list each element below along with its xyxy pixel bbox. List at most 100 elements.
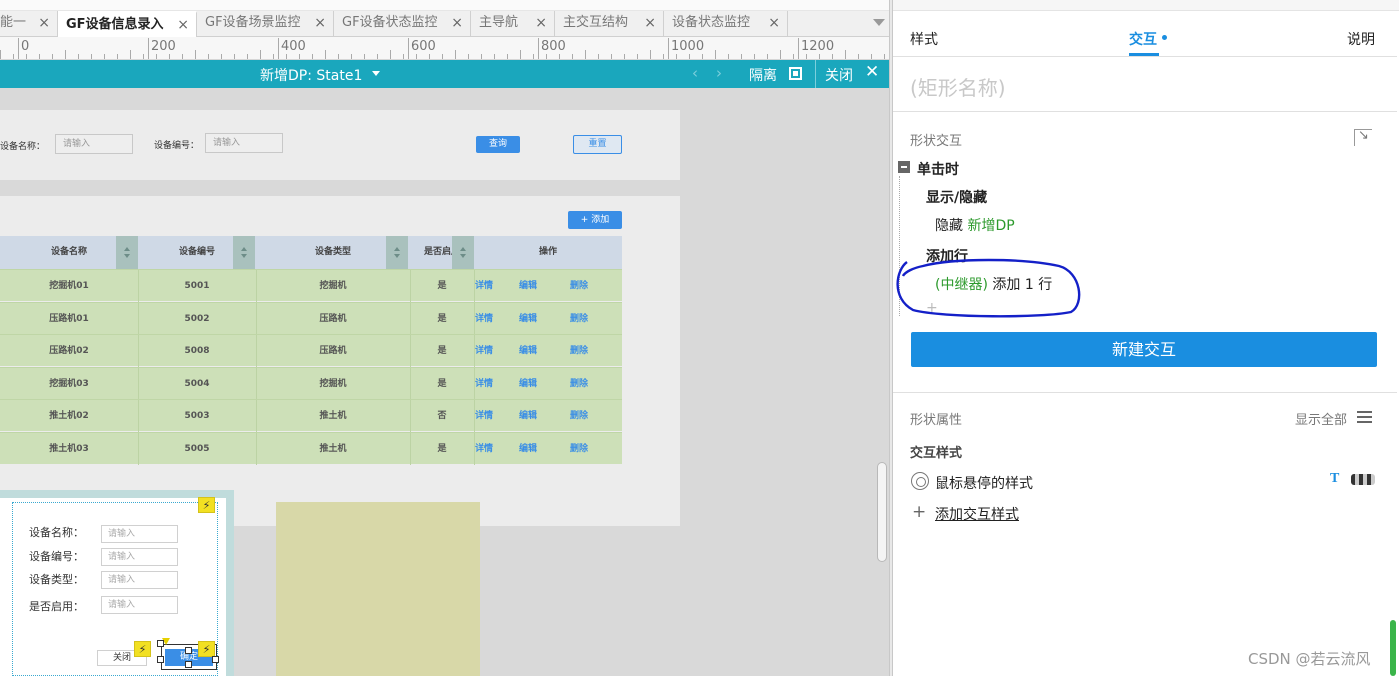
chevron-down-icon[interactable] <box>372 71 380 76</box>
delete-link[interactable]: 删除 <box>570 335 588 367</box>
device-no-input[interactable]: 请输入 <box>205 133 283 153</box>
ruler-tick <box>143 54 144 59</box>
detail-link[interactable]: 详情 <box>475 368 493 400</box>
show-all-link[interactable]: 显示全部 <box>1295 409 1347 428</box>
add-button[interactable]: + 添加 <box>568 211 622 229</box>
tab-gf-device-entry[interactable]: GF设备信息录入 × <box>58 11 197 37</box>
dialog-name-input[interactable]: 请输入 <box>101 525 178 543</box>
delete-link[interactable]: 删除 <box>570 368 588 400</box>
sort-icon[interactable] <box>386 236 408 269</box>
isolate-button[interactable]: 隔离 <box>749 65 777 85</box>
interaction-bolt-icon[interactable]: ⚡ <box>198 641 215 657</box>
expand-panel-icon[interactable] <box>1354 128 1372 146</box>
isolate-icon[interactable] <box>789 67 802 80</box>
sort-icon[interactable] <box>233 236 255 269</box>
add-interaction-style-link[interactable]: 添加交互样式 <box>935 504 1019 524</box>
delete-link[interactable]: 删除 <box>570 303 588 335</box>
dialog-no-input[interactable]: 请输入 <box>101 548 178 566</box>
action-detail[interactable]: 隐藏 新增DP <box>935 215 1015 235</box>
action-show-hide[interactable]: 显示/隐藏 <box>926 187 987 207</box>
event-on-click[interactable]: 单击时 <box>917 159 959 179</box>
ruler-tick <box>468 54 469 59</box>
tab-gf-status-monitor[interactable]: GF设备状态监控 × <box>334 11 471 37</box>
tab-main-nav[interactable]: 主导航 × <box>471 11 555 37</box>
collapse-icon[interactable] <box>898 161 910 173</box>
close-state-button[interactable]: 关闭 <box>825 65 853 85</box>
tab-device-status-monitor[interactable]: 设备状态监控 × <box>664 11 788 37</box>
menu-icon[interactable] <box>1357 411 1372 423</box>
close-icon[interactable]: × <box>314 11 326 35</box>
delete-link[interactable]: 删除 <box>570 433 588 465</box>
tab-overflow-icon[interactable] <box>873 19 885 26</box>
close-icon[interactable]: × <box>644 11 656 35</box>
sort-icon[interactable] <box>116 236 138 269</box>
ruler-tick <box>481 54 482 59</box>
table-cell: 5001 <box>184 281 210 291</box>
tab-page-1[interactable]: 能一 × <box>0 11 58 37</box>
ruler-tick <box>546 54 547 59</box>
canvas-scrollbar[interactable] <box>877 462 887 562</box>
detail-link[interactable]: 详情 <box>475 433 493 465</box>
edit-link[interactable]: 编辑 <box>519 433 537 465</box>
tab-style[interactable]: 样式 <box>910 29 938 49</box>
interaction-bolt-icon[interactable]: ⚡ <box>134 641 151 657</box>
edit-link[interactable]: 编辑 <box>519 400 537 432</box>
close-icon[interactable]: × <box>38 11 50 35</box>
ruler-tick <box>429 54 430 59</box>
tab-interaction[interactable]: 交互 <box>1129 29 1157 49</box>
edit-link[interactable]: 编辑 <box>519 270 537 302</box>
resize-handle[interactable] <box>185 661 192 668</box>
close-icon[interactable]: × <box>535 11 547 35</box>
ruler-tick <box>442 54 443 59</box>
close-icon[interactable]: × <box>451 11 463 35</box>
close-icon[interactable]: × <box>768 11 780 35</box>
tab-main-interaction[interactable]: 主交互结构 × <box>555 11 664 37</box>
edit-link[interactable]: 编辑 <box>519 303 537 335</box>
close-icon[interactable]: × <box>177 13 189 37</box>
delete-link[interactable]: 删除 <box>570 400 588 432</box>
shape-name-field[interactable]: (矩形名称) <box>910 72 1006 101</box>
prev-state-icon[interactable]: ‹ <box>692 64 698 82</box>
table-cell: 5005 <box>184 443 210 454</box>
section-title: 形状交互 <box>910 134 963 149</box>
resize-handle[interactable] <box>185 647 192 654</box>
action-verb: 隐藏 <box>935 218 963 234</box>
new-interaction-button[interactable]: 新建交互 <box>911 332 1377 367</box>
fill-style-icon[interactable] <box>1351 474 1375 485</box>
detail-link[interactable]: 详情 <box>475 335 493 367</box>
resize-handle[interactable] <box>212 656 219 663</box>
device-name-input[interactable]: 请输入 <box>55 134 133 154</box>
close-icon[interactable]: ✕ <box>865 62 879 82</box>
ruler-tick <box>689 54 690 59</box>
query-button[interactable]: 查询 <box>476 136 520 153</box>
edit-link[interactable]: 编辑 <box>519 335 537 367</box>
edit-link[interactable]: 编辑 <box>519 368 537 400</box>
detail-link[interactable]: 详情 <box>475 270 493 302</box>
tab-gf-scene-monitor[interactable]: GF设备场景监控 × <box>197 11 334 37</box>
hover-style-item[interactable]: 鼠标悬停的样式 <box>935 473 1033 493</box>
placeholder-shape[interactable] <box>276 502 480 676</box>
interaction-bolt-icon[interactable]: ⚡ <box>198 497 215 513</box>
ruler-tick <box>390 50 391 59</box>
design-canvas[interactable]: 新增DP: State1 ‹ › 隔离 关闭 ✕ 设备名称： 请输入 设备编号：… <box>0 60 889 676</box>
ruler-label: 1000 <box>671 39 705 54</box>
delete-link[interactable]: 删除 <box>570 270 588 302</box>
detail-link[interactable]: 详情 <box>475 400 493 432</box>
tab-notes[interactable]: 说明 <box>1347 29 1375 49</box>
ruler-tick <box>507 54 508 59</box>
detail-link[interactable]: 详情 <box>475 303 493 335</box>
text-style-icon[interactable]: T <box>1330 471 1339 487</box>
table-cell: 5004 <box>184 378 210 389</box>
reset-button[interactable]: 重置 <box>573 135 622 154</box>
plus-icon[interactable]: + <box>912 502 926 522</box>
dialog-type-input[interactable]: 请输入 <box>101 571 178 589</box>
sort-icon[interactable] <box>452 236 474 269</box>
next-state-icon[interactable]: › <box>716 64 722 82</box>
resize-handle[interactable] <box>157 640 164 647</box>
scrollbar[interactable] <box>1390 620 1396 676</box>
dialog-enabled-input[interactable]: 请输入 <box>101 596 178 614</box>
add-action-icon[interactable]: + <box>926 300 938 316</box>
state-selector[interactable]: 新增DP: State1 <box>260 65 362 85</box>
table-row: 推土机03 5005 推土机 是 详情 编辑 删除 <box>0 431 622 465</box>
resize-handle[interactable] <box>157 656 164 663</box>
